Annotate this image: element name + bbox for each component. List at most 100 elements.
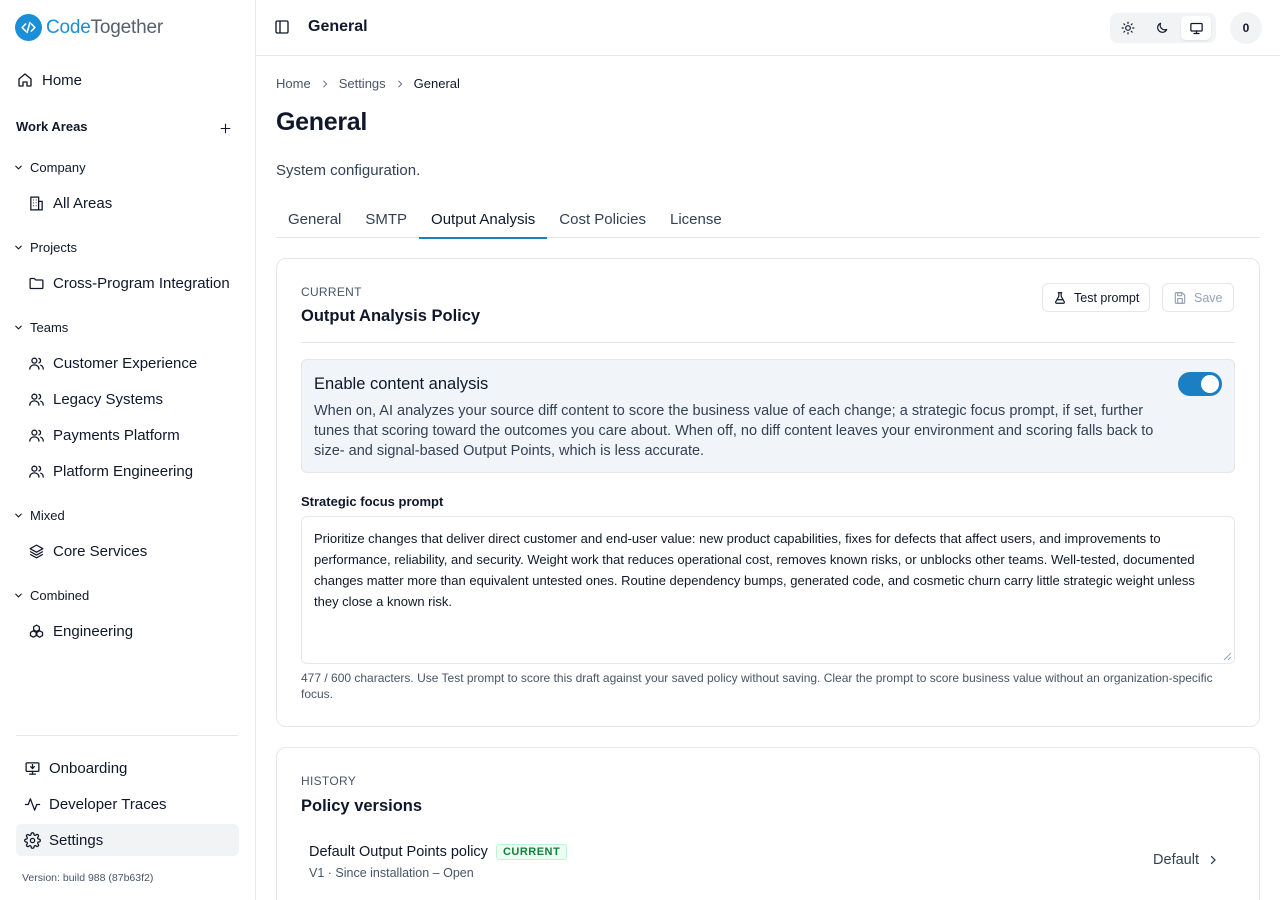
group-label: Teams	[30, 320, 69, 335]
group-combined[interactable]: Combined	[13, 588, 89, 603]
content-analysis-toggle[interactable]	[1178, 372, 1222, 396]
breadcrumb: Home Settings General	[276, 76, 460, 91]
sidebar-divider	[16, 735, 238, 736]
panel-left-icon	[275, 20, 289, 34]
toggle-knob	[1201, 375, 1219, 393]
sidebar-item-label: Developer Traces	[49, 795, 167, 813]
save-icon	[1174, 291, 1186, 304]
current-badge: CURRENT	[495, 844, 568, 860]
sidebar-item-label: Cross-Program Integration	[53, 275, 230, 292]
sidebar-item-home[interactable]: Home	[16, 64, 82, 96]
sidebar-item-customer-experience[interactable]: Customer Experience	[28, 355, 197, 372]
sidebar-item-onboarding[interactable]: Onboarding	[16, 752, 239, 784]
sidebar-item-core-services[interactable]: Core Services	[28, 543, 147, 560]
chevron-down-icon	[15, 245, 22, 250]
prompt-helper-text: 477 / 600 characters. Use Test prompt to…	[301, 671, 1213, 701]
chevron-right-icon	[397, 80, 403, 87]
strategic-focus-textarea[interactable]: Prioritize changes that deliver direct c…	[301, 516, 1235, 664]
users-icon	[29, 429, 44, 442]
user-avatar[interactable]: 0	[1230, 12, 1262, 44]
sidebar-item-engineering[interactable]: Engineering	[28, 623, 133, 640]
users-icon	[29, 357, 44, 370]
gear-icon	[24, 831, 41, 849]
tab-general[interactable]: General	[276, 201, 353, 238]
folder-icon	[29, 277, 44, 290]
sidebar-item-payments-platform[interactable]: Payments Platform	[28, 427, 180, 444]
sun-icon	[1121, 21, 1135, 35]
tab-output-analysis[interactable]: Output Analysis	[419, 201, 548, 239]
group-company[interactable]: Company	[13, 160, 86, 175]
chevron-right-icon	[322, 80, 328, 87]
chevron-down-icon	[15, 593, 22, 598]
monitor-download-icon	[25, 761, 40, 775]
content-analysis-panel: Enable content analysis When on, AI anal…	[301, 359, 1235, 473]
group-teams[interactable]: Teams	[13, 320, 68, 335]
sidebar-item-label: Home	[42, 71, 83, 89]
dark-theme-button[interactable]	[1147, 16, 1177, 40]
tab-smtp[interactable]: SMTP	[353, 201, 419, 238]
chevron-down-icon	[15, 165, 22, 170]
chevron-right-icon	[1210, 855, 1216, 865]
sidebar-item-label: Settings	[49, 831, 104, 849]
light-theme-button[interactable]	[1113, 16, 1143, 40]
sidebar-item-settings[interactable]: Settings	[16, 824, 239, 856]
sidebar-item-label: All Areas	[53, 195, 113, 212]
history-card: HISTORY Policy versions Default Output P…	[276, 747, 1260, 900]
test-prompt-label: Test prompt	[1074, 290, 1140, 305]
code-logo-icon	[15, 14, 42, 41]
theme-switcher	[1110, 13, 1216, 43]
add-work-area-button[interactable]	[216, 119, 234, 137]
sidebar-item-label: Payments Platform	[53, 427, 180, 444]
work-areas-heading: Work Areas	[16, 119, 88, 134]
sidebar-item-label: Customer Experience	[53, 355, 198, 372]
breadcrumb-home[interactable]: Home	[276, 76, 311, 91]
users-icon	[29, 465, 44, 478]
tab-cost-policies[interactable]: Cost Policies	[547, 201, 658, 238]
version-title-group: Default Output Points policy CURRENT	[309, 844, 568, 860]
users-icon	[29, 393, 44, 406]
sidebar: CodeTogether Home Work Areas Company All…	[0, 0, 256, 900]
group-label: Combined	[30, 588, 90, 603]
sidebar-item-cross-program[interactable]: Cross-Program Integration	[28, 275, 230, 292]
page-subtitle: System configuration.	[276, 162, 421, 179]
sidebar-item-platform-engineering[interactable]: Platform Engineering	[28, 463, 193, 480]
sidebar-item-developer-traces[interactable]: Developer Traces	[16, 788, 239, 820]
version-title: Default Output Points policy	[309, 844, 488, 860]
sidebar-item-label: Platform Engineering	[53, 463, 194, 480]
plus-icon	[220, 123, 230, 133]
sidebar-item-label: Core Services	[53, 543, 148, 560]
breadcrumb-current: General	[413, 76, 460, 91]
header-title: General	[308, 18, 368, 35]
chevron-down-icon	[15, 325, 22, 330]
sidebar-item-legacy-systems[interactable]: Legacy Systems	[28, 391, 163, 408]
card-divider	[301, 342, 1235, 343]
tab-license[interactable]: License	[658, 201, 734, 238]
app-logo[interactable]: CodeTogether	[15, 14, 163, 41]
history-title: Policy versions	[301, 797, 423, 815]
building-icon	[30, 196, 43, 211]
logo-text: CodeTogether	[46, 16, 163, 38]
page-title: General	[276, 108, 368, 136]
policy-version-row[interactable]: Default Output Points policy CURRENT V1 …	[309, 844, 1229, 888]
sidebar-item-label: Engineering	[53, 623, 134, 640]
save-button[interactable]: Save	[1162, 283, 1234, 312]
breadcrumb-settings[interactable]: Settings	[339, 76, 386, 91]
content-analysis-title: Enable content analysis	[314, 375, 489, 393]
layers-icon	[29, 544, 44, 559]
test-prompt-button[interactable]: Test prompt	[1042, 283, 1151, 312]
system-theme-button[interactable]	[1181, 16, 1211, 40]
resize-handle-icon	[1223, 652, 1232, 661]
policy-eyebrow: CURRENT	[301, 285, 362, 299]
chevron-down-icon	[15, 513, 22, 518]
prompt-text: Prioritize changes that deliver direct c…	[314, 531, 1195, 609]
group-projects[interactable]: Projects	[13, 240, 77, 255]
save-label: Save	[1194, 290, 1223, 305]
toggle-sidebar-button[interactable]	[274, 19, 292, 37]
group-label: Projects	[30, 240, 77, 255]
version-text: Version: build 988 (87b63f2)	[22, 872, 154, 884]
moon-icon	[1157, 22, 1168, 33]
top-bar: General 0	[256, 0, 1280, 56]
version-default: Default	[1153, 852, 1219, 868]
sidebar-item-all-areas[interactable]: All Areas	[28, 195, 112, 212]
group-mixed[interactable]: Mixed	[13, 508, 65, 523]
